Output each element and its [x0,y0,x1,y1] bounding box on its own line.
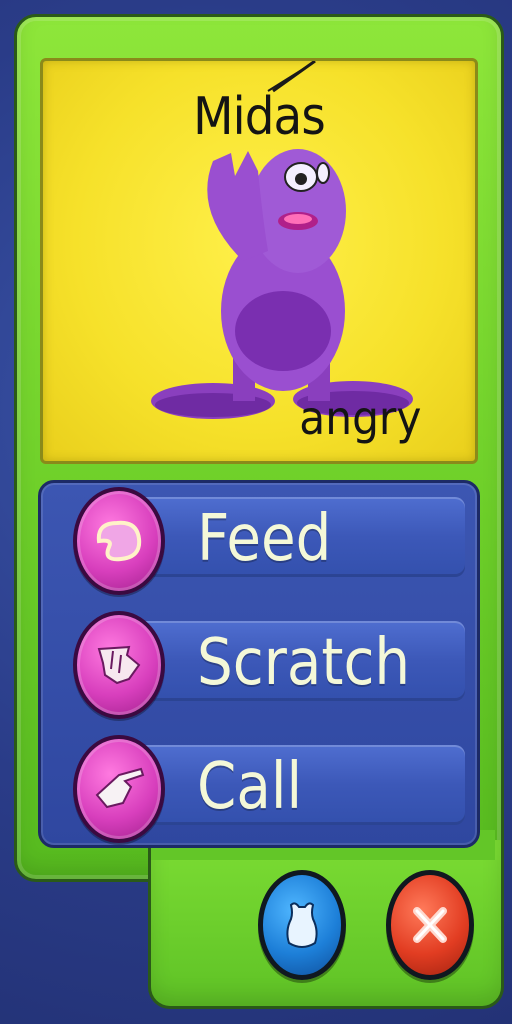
scratch-button[interactable]: Scratch [47,607,471,719]
call-button-label: Call [197,750,303,824]
feed-button[interactable]: Feed [47,483,471,595]
pet-silhouette-icon [286,902,318,948]
scratch-hand-icon [73,611,165,719]
pet-name-label: Midas [193,87,326,147]
pet-panel-screen: Midas angry Feed Scratch Call [0,0,512,1024]
feed-button-label: Feed [197,502,332,576]
close-button[interactable] [386,870,474,980]
pointing-hand-icon [73,735,165,843]
jellybean-icon [73,487,165,595]
pet-portrait: Midas angry [40,58,478,464]
pet-mood-label: angry [299,391,422,445]
teleport-to-pet-button[interactable] [258,870,346,980]
close-x-icon [413,907,447,943]
call-button[interactable]: Call [47,731,471,843]
scratch-button-label: Scratch [197,626,411,700]
pet-action-menu: Feed Scratch Call [38,480,480,848]
